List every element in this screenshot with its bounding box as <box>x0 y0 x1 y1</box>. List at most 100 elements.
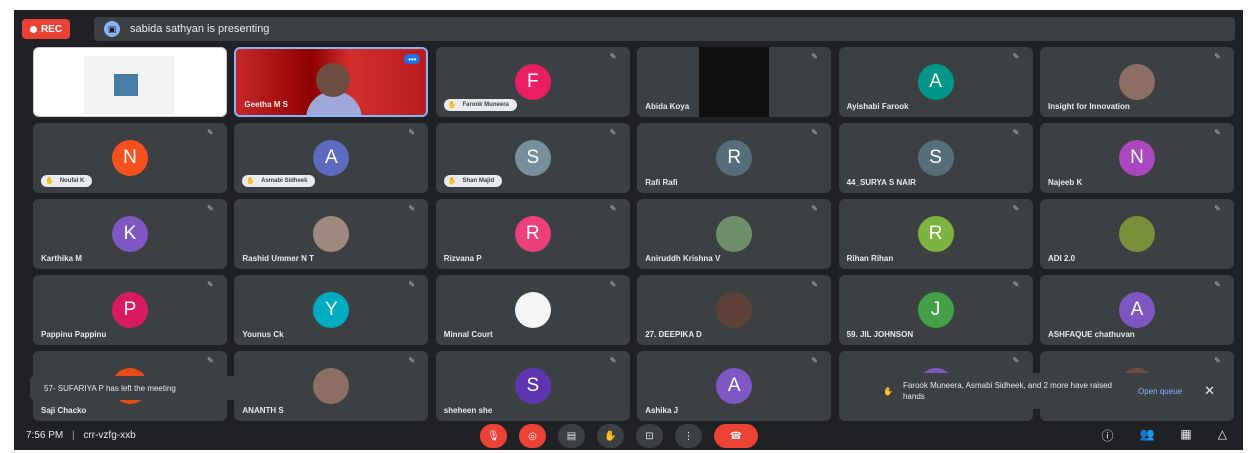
mic-off-icon: ✎ <box>408 280 416 289</box>
mic-off-icon: ✎ <box>1214 52 1221 61</box>
mic-off-icon: ✎ <box>1012 52 1020 61</box>
recording-badge: REC <box>22 19 70 39</box>
participant-tile[interactable]: S ✎ ✋ Shan Majid <box>435 123 630 193</box>
participant-name: Rashid Ummer N T <box>242 254 314 263</box>
chat-icon[interactable]: ▦ <box>1180 427 1191 444</box>
avatar: P <box>112 292 148 328</box>
participant-tile[interactable]: F ✎ ✋ Farook Muneera <box>435 47 630 117</box>
participant-tile[interactable]: K ✎ Karthika M <box>33 199 227 269</box>
participant-tile[interactable]: J ✎ 59. JIL JOHNSON <box>838 275 1033 345</box>
captions-button[interactable]: ▤ <box>558 424 585 448</box>
avatar: A <box>917 64 954 100</box>
participant-tile[interactable]: ✎ Insight for Innovation <box>1040 47 1234 117</box>
participant-tile[interactable]: A ✎ ✋ Asmabi Sidheek <box>234 123 429 193</box>
mic-off-icon: ✎ <box>1214 204 1221 213</box>
participant-tile[interactable]: N ✎ ✋ Noufal K <box>33 123 227 193</box>
more-options-button[interactable]: ⋮ <box>675 424 702 448</box>
meeting-info: 7:56 PM | crr-vzfg-xxb <box>26 430 136 441</box>
info-icon[interactable]: ⓘ <box>1101 427 1113 444</box>
rec-label: REC <box>40 23 63 35</box>
phone-hangup-icon: ☎ <box>729 430 743 442</box>
raised-hands-text: Farook Muneera, Asmabi Sidheek, and 2 mo… <box>902 381 1112 401</box>
raise-hand-button[interactable]: ✋ <box>597 424 624 448</box>
participant-name: Pappinu Pappinu <box>41 330 107 339</box>
participant-tile[interactable]: R ✎ Rihan Rihan <box>838 199 1033 269</box>
raised-hand-icon: ✋ <box>447 178 457 185</box>
end-call-button[interactable]: ☎ <box>714 424 758 448</box>
participant-tile[interactable]: ✎ Aniruddh Krishna V <box>637 199 832 269</box>
more-options-icon[interactable]: ••• <box>404 54 421 64</box>
meeting-code: crr-vzfg-xxb <box>83 430 136 441</box>
participant-tile[interactable]: ✎ 27. DEEPIKA D <box>637 275 832 345</box>
avatar-photo <box>716 216 753 252</box>
avatar: K <box>112 216 148 252</box>
avatar: A <box>716 368 753 404</box>
participant-tile[interactable]: ✎ ANANTH S <box>234 351 429 421</box>
camera-off-icon: ◎ <box>528 430 537 442</box>
participant-tile[interactable]: ✎ Minnal Court <box>435 275 630 345</box>
avatar: R <box>917 216 954 252</box>
participant-tile[interactable]: S ✎ sheheen she <box>435 351 630 421</box>
participant-tile[interactable]: ✎ Abida Koya <box>637 47 832 117</box>
shared-screen-image <box>114 74 138 96</box>
participant-tile[interactable]: ••• Geetha M S <box>234 47 429 117</box>
participant-tile[interactable]: A ✎ Ayishabi Farook <box>838 47 1033 117</box>
participant-name: ASHFAQUE chathuvan <box>1048 330 1135 339</box>
participant-tile[interactable]: ✎ Rashid Ummer N T <box>234 199 429 269</box>
present-button[interactable]: ⊡ <box>636 424 663 448</box>
mic-off-icon: ✎ <box>609 52 617 61</box>
mic-off-icon: ✎ <box>408 204 416 213</box>
avatar: A <box>1119 292 1155 328</box>
presentation-icon: ▣ <box>104 21 120 37</box>
mic-off-icon: ✎ <box>207 128 214 137</box>
participant-name: 44_SURYA S NAIR <box>846 178 916 187</box>
raised-hand-icon: ✋ <box>45 178 54 185</box>
participant-tile[interactable]: P ✎ Pappinu Pappinu <box>33 275 227 345</box>
present-icon: ⊡ <box>645 430 654 442</box>
mic-off-icon: ✎ <box>1214 280 1221 289</box>
mic-off-icon: ✎ <box>1214 356 1221 365</box>
participant-name: Ashika J <box>645 406 679 415</box>
mic-off-icon: ✎ <box>1012 204 1020 213</box>
participant-tile[interactable]: A ✎ Ashika J <box>637 351 832 421</box>
camera-toggle-button[interactable]: ◎ <box>519 424 546 448</box>
participant-tile[interactable]: ✎ ADI 2.0 <box>1040 199 1234 269</box>
presenting-text: sabida sathyan is presenting <box>130 23 270 35</box>
presenting-banner[interactable]: ▣ sabida sathyan is presenting <box>94 17 1235 41</box>
participant-tile[interactable]: R ✎ Rafi Rafi <box>637 123 832 193</box>
participant-tile[interactable] <box>33 47 227 117</box>
avatar-photo <box>1119 216 1155 252</box>
close-icon[interactable]: ✕ <box>1204 383 1215 399</box>
participant-tile[interactable]: N ✎ Najeeb K <box>1040 123 1234 193</box>
activities-icon[interactable]: △ <box>1218 427 1227 444</box>
avatar: S <box>917 140 954 176</box>
people-icon[interactable]: 👥 <box>1139 427 1154 444</box>
open-queue-button[interactable]: Open queue <box>1138 387 1182 396</box>
participant-tile[interactable]: S ✎ 44_SURYA S NAIR <box>838 123 1033 193</box>
participant-name: Najeeb K <box>1048 178 1083 187</box>
participant-tile[interactable]: A ✎ ASHFAQUE chathuvan <box>1040 275 1234 345</box>
participant-name: Saji Chacko <box>41 406 87 415</box>
record-dot-icon <box>29 25 37 33</box>
mic-off-icon: ✎ <box>609 204 617 213</box>
mic-off-icon: ✎ <box>1012 280 1020 289</box>
participant-name: ADI 2.0 <box>1048 254 1076 263</box>
mic-toggle-button[interactable]: 🎙 <box>480 424 507 448</box>
participant-name: 59. JIL JOHNSON <box>846 330 914 339</box>
participant-name: Abida Koya <box>645 102 690 111</box>
avatar-photo <box>313 216 350 252</box>
mic-off-icon: ✎ <box>408 128 416 137</box>
participant-tile[interactable]: R ✎ Rizvana P <box>435 199 630 269</box>
participant-tile[interactable]: Y ✎ Younus Ck <box>234 275 429 345</box>
participant-name: Karthika M <box>41 254 82 263</box>
current-time: 7:56 PM <box>26 430 64 441</box>
call-controls: 🎙 ◎ ▤ ✋ ⊡ ⋮ ☎ <box>480 424 758 448</box>
avatar-photo <box>716 292 753 328</box>
side-panel-controls: ⓘ 👥 ▦ △ <box>1101 427 1227 444</box>
mic-off-icon: ✎ <box>207 204 214 213</box>
participant-name: Rihan Rihan <box>846 254 894 263</box>
avatar: R <box>514 216 551 252</box>
hand-icon: ✋ <box>604 430 617 442</box>
raised-hand-icon: ✋ <box>447 102 457 109</box>
participant-name: Shan Majid <box>462 178 495 184</box>
